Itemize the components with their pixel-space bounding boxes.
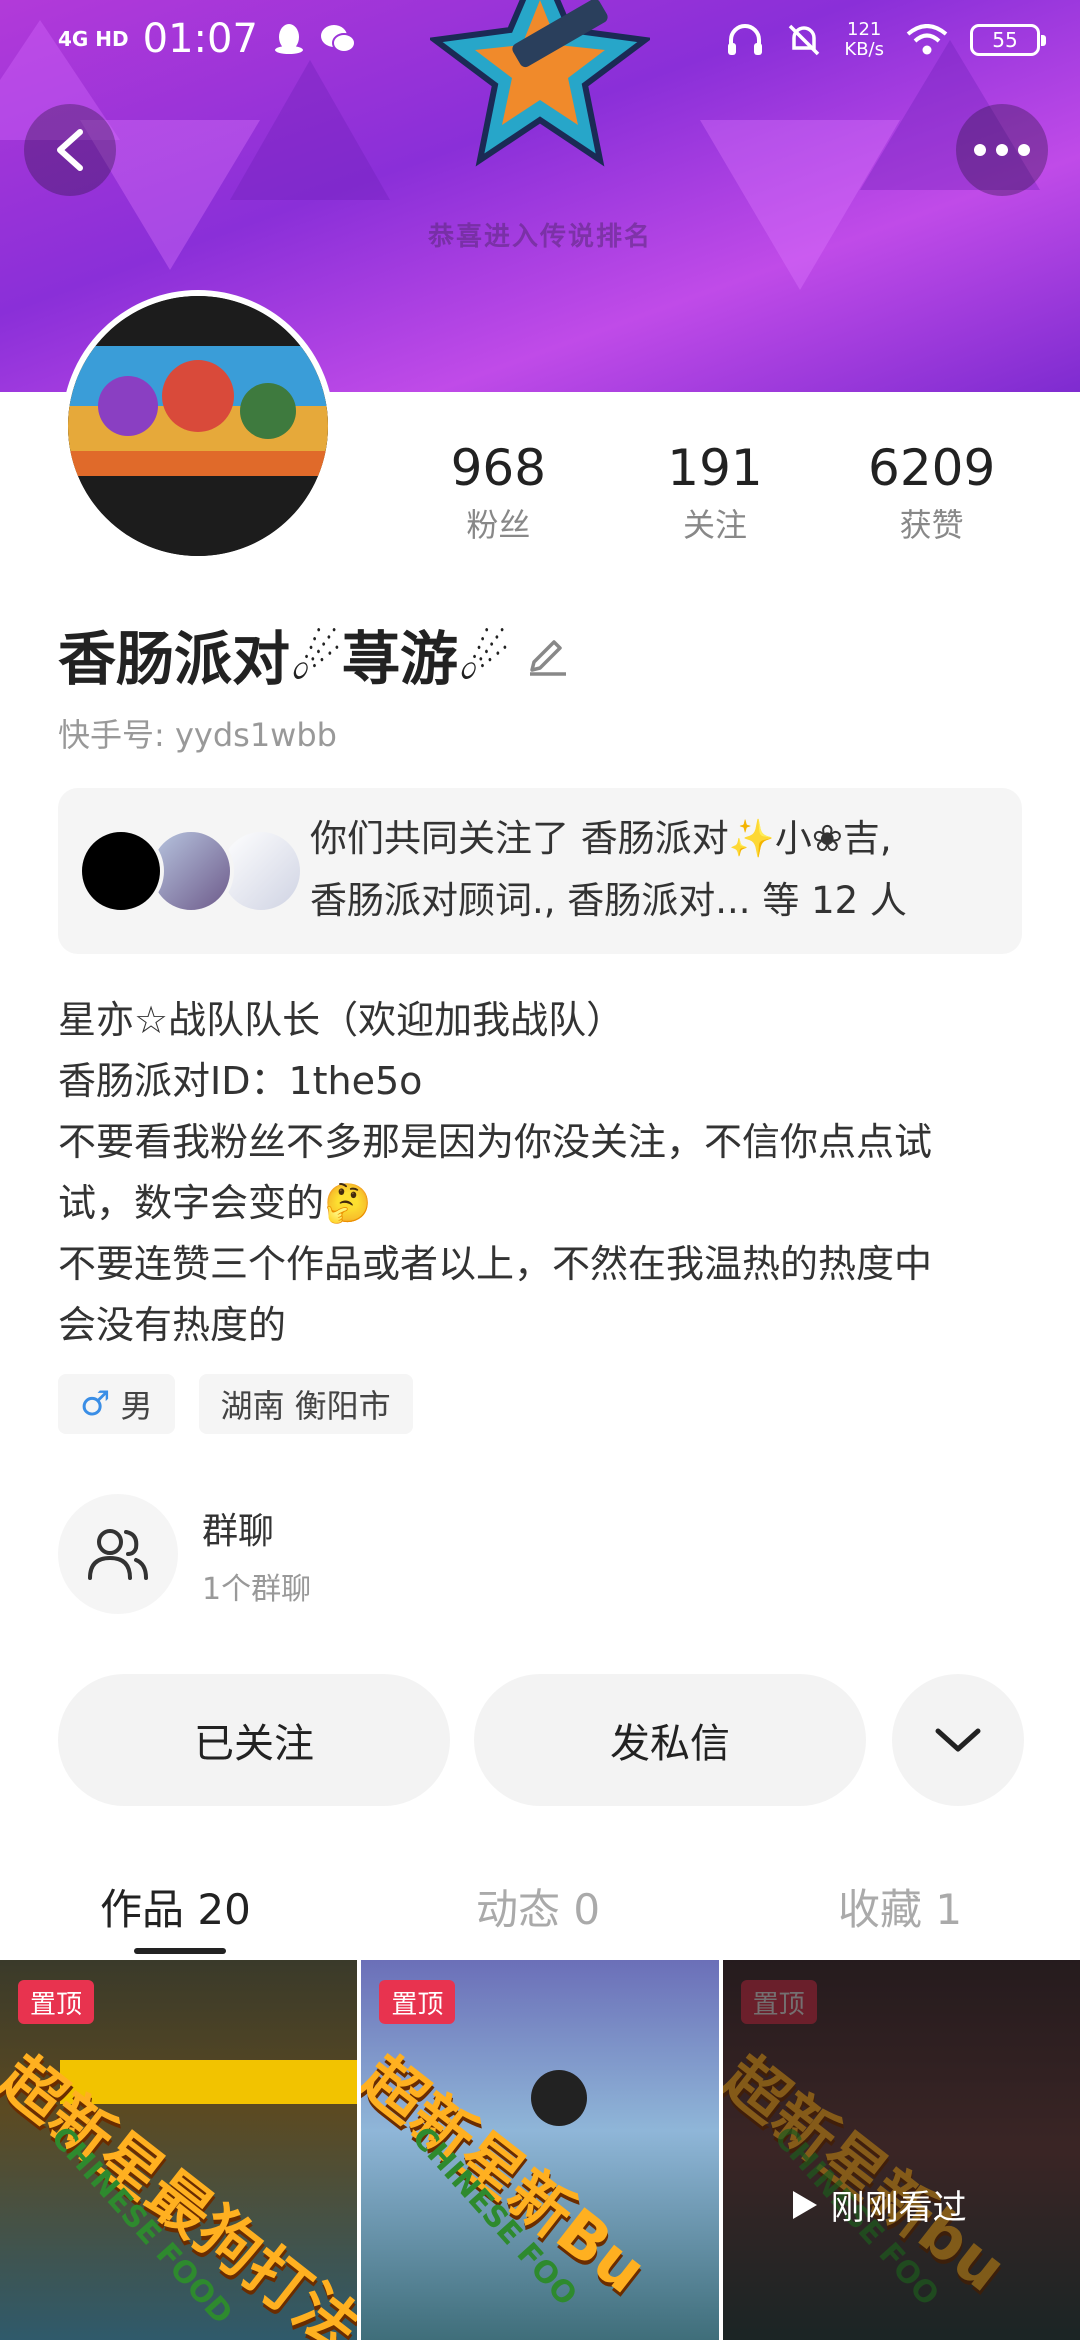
group-chat-title: 群聊 [202, 1511, 275, 1552]
more-dots-icon [974, 144, 1030, 156]
send-message-button[interactable]: 发私信 [474, 1674, 866, 1806]
wifi-icon [906, 24, 948, 55]
avatar[interactable] [62, 290, 334, 562]
tab-works[interactable]: 作品 20 [100, 1876, 251, 1937]
kuaishou-id[interactable]: 快手号: yyds1wbb [58, 710, 337, 756]
mutual-avatar [78, 828, 164, 914]
network-speed: 121 KB/s [844, 19, 884, 60]
clock: 01:07 [142, 16, 258, 62]
network-indicator: 4G HD [58, 27, 129, 51]
headphones-icon [728, 24, 763, 55]
group-chat-icon-wrap [58, 1494, 178, 1614]
stat-likes[interactable]: 6209 获赞 [823, 440, 1040, 546]
action-row: 已关注 发私信 [58, 1674, 1024, 1806]
pinned-badge: 置顶 [18, 1980, 94, 2024]
profile-stats: 968 粉丝 191 关注 6209 获赞 [390, 440, 1040, 546]
pinned-badge: 置顶 [379, 1980, 456, 2024]
following-button[interactable]: 已关注 [58, 1674, 450, 1806]
status-bar: 4G HD 01:07 121 KB/s 55 [0, 0, 1080, 84]
video-grid: 置顶 超新星最狗打法 CHINESE FOOD 置顶 超新星新Bu CHINES… [0, 1960, 1080, 2340]
content-tabs: 作品 20 动态 0 收藏 1 [0, 1862, 1080, 1958]
watched-overlay [722, 1960, 1080, 2340]
gender-tag: ♂ 男 [58, 1374, 175, 1434]
chevron-down-icon [935, 1728, 981, 1752]
stat-following[interactable]: 191 关注 [607, 440, 824, 546]
video-thumbnail[interactable]: 置顶 超新星新bu CHINESE FOO 刚刚看过 [722, 1960, 1080, 2340]
more-button[interactable] [956, 104, 1048, 196]
chevron-left-icon [57, 129, 83, 171]
people-icon [88, 1529, 148, 1580]
active-tab-indicator [134, 1948, 226, 1954]
mutual-follows-text: 你们共同关注了 香肠派对✨小❀吉, 香肠派对顾词., 香肠派对... 等 12 … [310, 817, 907, 922]
tab-favorites[interactable]: 收藏 1 [838, 1876, 962, 1937]
video-thumbnail[interactable]: 置顶 超新星最狗打法 CHINESE FOOD [0, 1960, 358, 2340]
profile-name: 香肠派对☄荨游☄ [58, 625, 510, 693]
tab-moments[interactable]: 动态 0 [476, 1876, 600, 1937]
timer-icon [531, 2070, 588, 2126]
just-watched-label: 刚刚看过 [791, 2180, 967, 2229]
profile-name-row: 香肠派对☄荨游☄ [58, 612, 570, 696]
banner-caption: 恭喜进入传说排名 [427, 222, 652, 252]
qq-icon [274, 24, 303, 54]
stat-fans[interactable]: 968 粉丝 [390, 440, 607, 546]
mute-bell-icon [789, 24, 820, 56]
avatar-image [68, 296, 328, 556]
mutual-avatars [78, 828, 328, 918]
male-icon: ♂ [80, 1384, 111, 1424]
edit-icon[interactable] [526, 632, 570, 676]
location-tag: 湖南 衡阳市 [198, 1374, 413, 1434]
expand-button[interactable] [892, 1674, 1024, 1806]
wechat-icon [320, 25, 356, 53]
group-chat-entry[interactable]: 群聊 1个群聊 [58, 1494, 658, 1616]
profile-tags: ♂ 男 湖南 衡阳市 [58, 1374, 413, 1434]
back-button[interactable] [24, 104, 116, 196]
video-title-overlay: 超新星新Bu [361, 2041, 661, 2308]
bio: 星亦☆战队队长（欢迎加我战队） 香肠派对ID：1the5o 不要看我粉丝不多那是… [58, 998, 933, 1347]
battery-indicator: 55 [970, 24, 1046, 56]
group-chat-count: 1个群聊 [202, 1572, 312, 1607]
play-icon [792, 2190, 817, 2219]
mutual-follows-card[interactable]: 你们共同关注了 香肠派对✨小❀吉, 香肠派对顾词., 香肠派对... 等 12 … [58, 788, 1022, 954]
video-thumbnail[interactable]: 置顶 超新星新Bu CHINESE FOO [361, 1960, 719, 2340]
